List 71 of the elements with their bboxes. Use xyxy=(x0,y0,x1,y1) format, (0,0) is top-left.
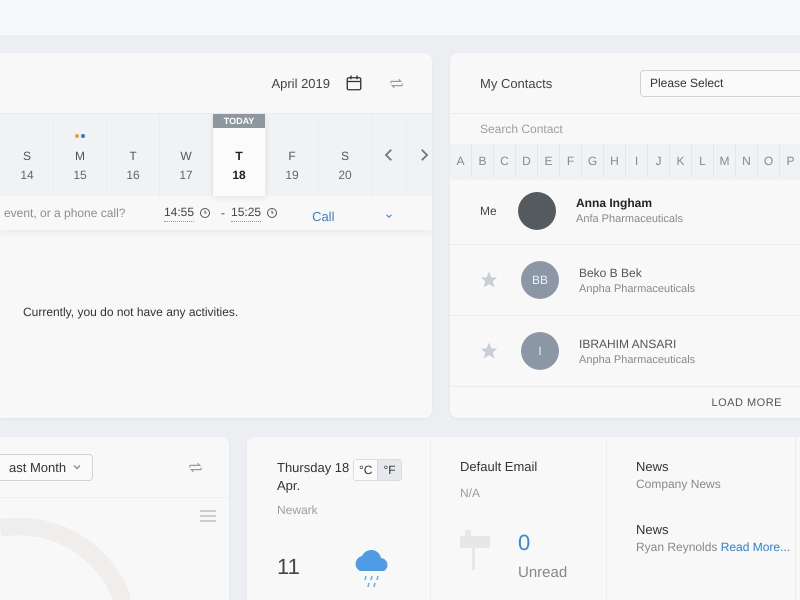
date-label: 15 xyxy=(73,168,87,182)
event-type-select[interactable]: Call xyxy=(312,202,394,224)
letter-filter[interactable]: A xyxy=(450,144,472,177)
contact-name[interactable]: Anna Ingham xyxy=(576,196,683,210)
end-time[interactable]: 15:25 xyxy=(231,204,262,222)
contact-company: Anfa Pharmaceuticals xyxy=(576,213,683,225)
letter-filter[interactable]: L xyxy=(692,144,714,177)
unit-toggle[interactable]: °F xyxy=(377,460,401,480)
empty-message: Currently, you do not have any activities. xyxy=(23,305,238,319)
letter-filter[interactable]: J xyxy=(648,144,670,177)
letter-filter[interactable]: M xyxy=(714,144,736,177)
initials-avatar: I xyxy=(521,332,559,370)
load-more-button[interactable]: LOAD MORE xyxy=(705,396,788,410)
clock-icon[interactable] xyxy=(266,207,278,219)
weekday-label: T xyxy=(235,149,243,163)
date-label: 19 xyxy=(285,168,299,182)
calendar-icon[interactable] xyxy=(344,73,364,93)
contacts-title: My Contacts xyxy=(480,76,554,90)
me-label: Me xyxy=(480,204,498,218)
today-tag: TODAY xyxy=(213,114,265,128)
letter-filter[interactable]: D xyxy=(516,144,538,177)
clock-icon[interactable] xyxy=(199,207,212,219)
letter-filter[interactable]: I xyxy=(626,144,648,177)
email-address: N/A xyxy=(460,486,482,500)
day-cell[interactable]: TODAY T 18 xyxy=(213,114,266,196)
letter-filter[interactable]: C xyxy=(494,144,516,177)
email-title: Default Email xyxy=(460,459,538,474)
photo-placeholder xyxy=(518,192,556,230)
weather-date: Thursday 18 Apr. xyxy=(277,459,350,495)
weekday-label: T xyxy=(129,149,137,163)
temperature: 11 xyxy=(277,554,300,580)
read-more-link[interactable]: Read More... xyxy=(720,540,790,554)
weekday-label: W xyxy=(180,149,192,163)
news-text: Ryan Reynolds Read More... xyxy=(636,540,792,555)
unread-label: Unread xyxy=(518,564,568,581)
initials-avatar: BB xyxy=(521,261,559,299)
contact-company: Anpha Pharmaceuticals xyxy=(579,282,696,294)
letter-filter[interactable]: P xyxy=(780,144,800,177)
contact-company: Anpha Pharmaceuticals xyxy=(579,354,696,366)
news-text: Company News xyxy=(636,477,722,492)
city-label: Newark xyxy=(277,503,319,517)
star-icon[interactable] xyxy=(479,270,499,290)
weekday-label: M xyxy=(75,149,85,163)
date-label: 17 xyxy=(179,168,193,182)
unread-count: 0 xyxy=(518,530,532,556)
star-icon[interactable] xyxy=(479,341,499,361)
time-separator: - xyxy=(221,206,226,220)
date-label: 14 xyxy=(20,168,34,182)
date-label: 20 xyxy=(338,168,352,182)
date-label: 18 xyxy=(232,168,246,182)
letter-filter[interactable]: H xyxy=(604,144,626,177)
start-time[interactable]: 14:55 xyxy=(164,204,194,222)
contact-filter-select[interactable]: Please Select xyxy=(640,70,800,96)
event-input[interactable]: event, or a phone call? xyxy=(0,206,154,220)
weekday-label: S xyxy=(22,149,31,163)
news-title: News xyxy=(636,459,670,474)
period-select[interactable]: ast Month xyxy=(0,454,93,480)
letter-filter[interactable]: N xyxy=(736,144,758,177)
weekday-label: S xyxy=(340,149,349,163)
news-title: News xyxy=(636,522,670,537)
letter-filter[interactable]: E xyxy=(538,144,560,177)
date-label: 16 xyxy=(126,168,140,182)
letter-filter[interactable]: B xyxy=(472,144,494,177)
weekday-label: F xyxy=(288,149,296,163)
month-label: April 2019 xyxy=(271,76,330,90)
letter-filter[interactable]: G xyxy=(582,144,604,177)
letter-filter[interactable]: K xyxy=(670,144,692,177)
contact-name[interactable]: IBRAHIM ANSARI xyxy=(579,336,696,350)
contact-name[interactable]: Beko B Bek xyxy=(579,266,696,280)
letter-filter[interactable]: O xyxy=(758,144,780,177)
letter-filter[interactable]: F xyxy=(560,144,582,177)
